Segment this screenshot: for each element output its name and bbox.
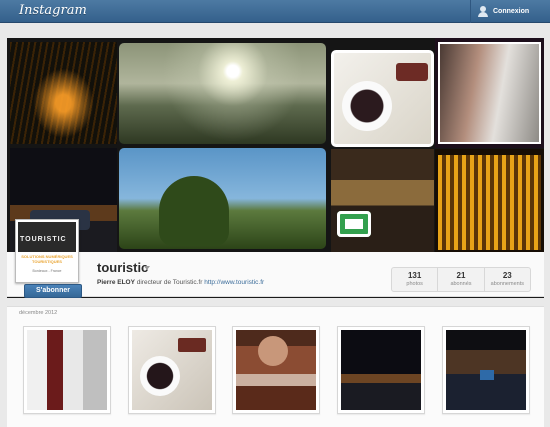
feed-photo[interactable] [23,326,111,414]
feed-photo[interactable] [442,326,530,414]
stat-following[interactable]: 23 abonnements [485,268,530,291]
feed-photo[interactable] [232,326,320,414]
login-button[interactable]: Connexion [478,4,529,19]
stat-label: abonnés [450,281,472,287]
stat-followers[interactable]: 21 abonnés [438,268,485,291]
feed-photo[interactable] [337,326,425,414]
cover-photo-5 [331,50,434,147]
stat-count: 23 [502,271,512,280]
stat-label: photos [406,281,423,287]
login-label: Connexion [493,8,530,15]
cover-photo-6 [435,38,544,148]
cover-collage [7,38,544,252]
avatar[interactable]: TOURISTIC SOLUTIONS NUMÉRIQUES TOURISTIQ… [15,219,79,283]
profile-bio: Pierre ELOY directeur de Touristic.fr ht… [97,279,264,286]
bio-text: directeur de Touristic.fr [136,279,203,286]
avatar-tagline: SOLUTIONS NUMÉRIQUES TOURISTIQUES [21,254,73,264]
topbar-divider [470,0,471,23]
stat-photos[interactable]: 131 photos [392,268,439,291]
stat-count: 131 [407,271,422,280]
avatar-location: Bordeaux - France [32,269,62,273]
instagram-logo[interactable]: Instagram [19,3,87,18]
avatar-brand: TOURISTIC [20,236,67,243]
top-bar: Instagram Connexion [0,0,550,23]
feed-photo[interactable] [128,326,216,414]
cover-photo-4 [119,148,326,249]
follow-button[interactable]: S'abonner [24,284,82,298]
chevron-down-icon[interactable] [144,266,150,270]
user-icon [478,6,488,17]
bio-link[interactable]: http://www.touristic.fr [204,279,264,286]
cover-photo-1 [10,42,117,144]
stat-count: 21 [456,271,466,280]
feed-date-label: décembre 2012 [19,310,58,316]
profile-stats: 131 photos 21 abonnés 23 abonnements [391,267,531,292]
profile-username: touristic [97,260,149,275]
cover-photo-8 [435,149,544,252]
stat-label: abonnements [490,281,524,287]
cover-photo-7 [331,149,434,252]
cover-photo-3 [119,43,326,144]
bio-name: Pierre ELOY [97,279,135,286]
